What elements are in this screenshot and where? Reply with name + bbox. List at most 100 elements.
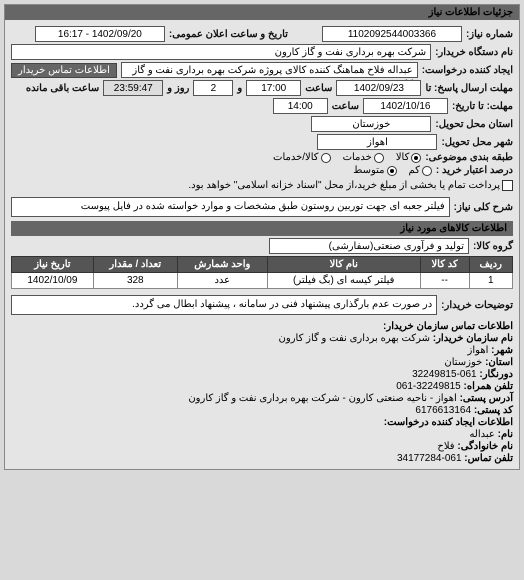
row-province: استان محل تحویل: خوزستان <box>11 116 513 132</box>
row-city: شهر محل تحویل: اهواز <box>11 134 513 150</box>
label-delivery-city: شهر محل تحویل: <box>441 137 513 148</box>
label-reply-deadline: مهلت ارسال پاسخ: تا <box>425 83 513 94</box>
th-unit: واحد شمارش <box>177 257 267 273</box>
val-city: اهواز <box>468 345 489 356</box>
cell-qty: 328 <box>93 273 177 289</box>
th-code: کد کالا <box>420 257 469 273</box>
val-name: عبداله <box>469 429 494 440</box>
radio-dot-icon <box>374 153 384 163</box>
row-validity: مهلت: تا تاریخ: 1402/10/16 ساعت 14:00 <box>11 98 513 114</box>
radio-services-label: خدمات <box>343 152 372 163</box>
cell-name: فیلتر کیسه ای (بگ فیلتر) <box>267 273 420 289</box>
field-remaining-days: 2 <box>193 80 233 96</box>
label-budget: درصد اعتبار خرید : <box>436 165 513 176</box>
label-family: نام خانوادگی: <box>457 441 513 452</box>
cell-date: 1402/10/09 <box>12 273 94 289</box>
table-row: 1--فیلتر کیسه ای (بگ فیلتر)عدد3281402/10… <box>12 273 513 289</box>
field-delivery-province: خوزستان <box>311 116 431 132</box>
buyer-contact-button[interactable]: اطلاعات تماس خریدار <box>11 63 117 78</box>
label-postal-code: کد پستی: <box>474 405 513 416</box>
th-date: تاریخ نیاز <box>12 257 94 273</box>
label-fax: دورنگار: <box>479 369 513 380</box>
label-goods-group: گروه کالا: <box>473 241 513 252</box>
field-validity-time: 14:00 <box>273 98 328 114</box>
label-buyer-notes: توضیحات خریدار: <box>441 300 513 311</box>
field-buyer-org: شرکت بهره برداری نفت و گاز کارون <box>11 44 431 60</box>
th-row: ردیف <box>469 257 512 273</box>
radio-low-label: کم <box>409 165 420 176</box>
label-validity: مهلت: تا تاریخ: <box>452 101 513 112</box>
field-buyer-note: در صورت عدم بارگذاری پیشنهاد فنی در ساما… <box>11 295 437 315</box>
th-qty: تعداد / مقدار <box>93 257 177 273</box>
th-name: نام کالا <box>267 257 420 273</box>
label-contact-header: اطلاعات تماس سازمان خریدار: <box>383 321 513 332</box>
radio-mid-label: متوسط <box>353 165 384 176</box>
checkbox-treasury-label: پرداخت تمام یا بخشی از مبلغ خرید،از محل … <box>188 180 500 191</box>
label-time-1: ساعت <box>305 83 332 94</box>
row-need-number: شماره نیاز: 1102092544003366 تاریخ و ساع… <box>11 26 513 42</box>
label-name: نام: <box>498 429 513 440</box>
field-delivery-city: اهواز <box>317 134 437 150</box>
label-day-remaining: روز و <box>167 83 189 94</box>
radio-dot-checked-icon <box>387 166 397 176</box>
checkbox-treasury[interactable]: پرداخت تمام یا بخشی از مبلغ خرید،از محل … <box>188 180 513 191</box>
radio-low[interactable]: کم <box>409 165 432 176</box>
field-validity-date: 1402/10/16 <box>363 98 448 114</box>
radio-both-label: کالا/خدمات <box>273 152 319 163</box>
field-announce: 1402/09/20 - 16:17 <box>35 26 165 42</box>
label-org-name: نام سازمان خریدار: <box>433 333 513 344</box>
row-goods-group: گروه کالا: تولید و فرآوری صنعتی(سفارشی) <box>11 238 513 254</box>
panel-body: شماره نیاز: 1102092544003366 تاریخ و ساع… <box>5 20 519 469</box>
field-reply-date: 1402/09/23 <box>336 80 421 96</box>
radio-services[interactable]: خدمات <box>343 152 384 163</box>
radio-mid[interactable]: متوسط <box>353 165 396 176</box>
val-fax: 061-32249815 <box>412 369 477 380</box>
checkbox-icon <box>502 180 513 191</box>
radio-dot-icon <box>321 153 331 163</box>
label-postal-addr: آدرس پستی: <box>460 393 513 404</box>
label-need-desc: شرح کلی نیاز: <box>454 202 513 213</box>
items-section-header: اطلاعات کالاهای مورد نیاز <box>11 221 513 236</box>
cell-unit: عدد <box>177 273 267 289</box>
label-time-remaining: ساعت باقی مانده <box>26 83 99 94</box>
radio-dot-checked-icon <box>411 153 421 163</box>
row-category: طبقه بندی موضوعی: کالا خدمات کالا/خدمات <box>11 152 513 163</box>
val-postal-code: 6176613164 <box>415 405 471 416</box>
field-need-number: 1102092544003366 <box>322 26 462 42</box>
label-delivery-province: استان محل تحویل: <box>435 119 513 130</box>
field-reply-time: 17:00 <box>246 80 301 96</box>
row-reply-deadline: مهلت ارسال پاسخ: تا 1402/09/23 ساعت 17:0… <box>11 80 513 96</box>
label-switchboard: تلفن همراه: <box>464 381 513 392</box>
panel-title: جزئیات اطلاعات نیاز <box>5 5 519 20</box>
label-city: شهر: <box>491 345 513 356</box>
val-province: خوزستان <box>444 357 482 368</box>
row-need-desc: شرح کلی نیاز: فیلتر جعبه ای جهت توربین ر… <box>11 197 513 217</box>
field-goods-group: تولید و فرآوری صنعتی(سفارشی) <box>269 238 469 254</box>
radio-goods[interactable]: کالا <box>396 152 422 163</box>
row-buyer-notes: توضیحات خریدار: در صورت عدم بارگذاری پیش… <box>11 295 513 315</box>
table-header-row: ردیف کد کالا نام کالا واحد شمارش تعداد /… <box>12 257 513 273</box>
items-table: ردیف کد کالا نام کالا واحد شمارش تعداد /… <box>11 256 513 289</box>
label-province: استان: <box>485 357 513 368</box>
contact-section: اطلاعات تماس سازمان خریدار: نام سازمان خ… <box>11 321 513 464</box>
label-category: طبقه بندی موضوعی: <box>425 152 513 163</box>
cell-row: 1 <box>469 273 512 289</box>
radio-goods-label: کالا <box>396 152 410 163</box>
val-switchboard: 32249815-061 <box>396 381 461 392</box>
row-buyer-org: نام دستگاه خریدار: شرکت بهره برداری نفت … <box>11 44 513 60</box>
label-announce: تاریخ و ساعت اعلان عمومی: <box>169 29 288 40</box>
val-phone: 061-34177284 <box>397 453 462 464</box>
row-requester: ایجاد کننده درخواست: عبداله فلاح هماهنگ … <box>11 62 513 78</box>
label-time-2: ساعت <box>332 101 359 112</box>
label-and: و <box>237 83 242 94</box>
radio-both[interactable]: کالا/خدمات <box>273 152 331 163</box>
label-requester: ایجاد کننده درخواست: <box>422 65 513 76</box>
label-req-creator-header: اطلاعات ایجاد کننده درخواست: <box>384 417 513 428</box>
val-family: فلاح <box>437 441 454 452</box>
label-buyer-org: نام دستگاه خریدار: <box>435 47 513 58</box>
field-remaining-time: 23:59:47 <box>103 80 163 96</box>
row-budget: درصد اعتبار خرید : کم متوسط پرداخت تمام … <box>11 165 513 191</box>
details-panel: جزئیات اطلاعات نیاز شماره نیاز: 11020925… <box>4 4 520 470</box>
radio-dot-icon <box>422 166 432 176</box>
label-phone: تلفن تماس: <box>464 453 513 464</box>
